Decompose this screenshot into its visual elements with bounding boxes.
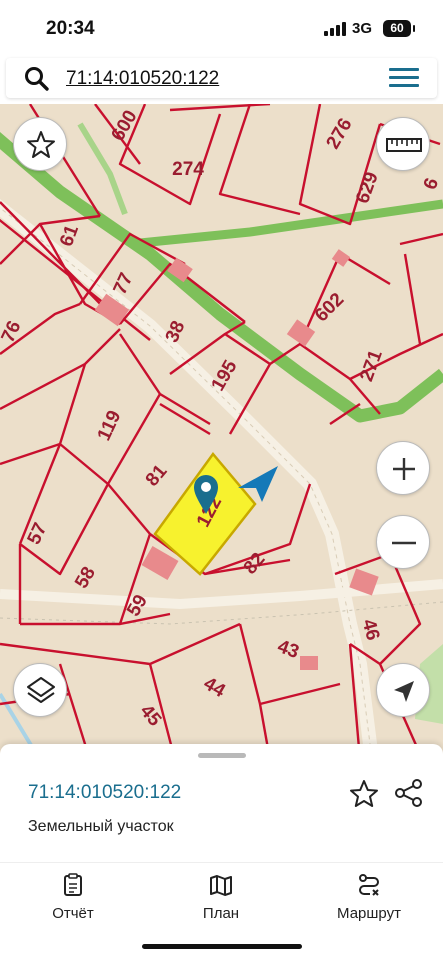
- cadastral-map[interactable]: 600 274 276 629 6 61 77 76 38 602 195 271 119 81 122 57…: [0, 104, 443, 760]
- parcel-number-label: 61: [56, 222, 83, 249]
- search-bar[interactable]: 71:14:010520:122: [6, 58, 437, 98]
- report-icon: [64, 873, 82, 896]
- layers-button[interactable]: [13, 663, 67, 717]
- tab-report[interactable]: Отчёт: [18, 873, 128, 925]
- home-indicator: [142, 944, 302, 949]
- hamburger-menu-icon[interactable]: [389, 68, 419, 88]
- tab-plan-label: План: [202, 905, 240, 922]
- star-icon[interactable]: [348, 778, 380, 810]
- parcel-number-label: 76: [0, 318, 26, 346]
- tab-report-label: Отчёт: [52, 905, 94, 922]
- tab-plan[interactable]: План: [166, 873, 276, 925]
- parcel-number-label: 600: [108, 107, 142, 145]
- ruler-icon: [386, 138, 422, 152]
- parcel-number-label: 274: [172, 159, 204, 180]
- favorite-button[interactable]: [13, 117, 67, 171]
- status-time: 20:34: [46, 18, 95, 39]
- land-type: Земельный участок: [28, 818, 174, 835]
- tab-route-label: Маршрут: [337, 905, 401, 922]
- share-icon[interactable]: [394, 778, 424, 808]
- parcel-number-label: 59: [123, 591, 152, 620]
- map-plan-icon: [210, 875, 232, 896]
- parcel-number-label: 271: [356, 347, 387, 384]
- status-bar: 20:34 3G 60: [0, 0, 443, 56]
- parcel-number-label: 43: [275, 636, 302, 663]
- layers-icon: [27, 677, 55, 703]
- parcel-number-label: 44: [200, 673, 229, 702]
- parcel-number-label: 81: [142, 461, 172, 491]
- search-icon[interactable]: [24, 66, 50, 92]
- minus-icon: [392, 541, 416, 545]
- parcel-number-label: 46: [358, 617, 384, 643]
- ruler-button[interactable]: [376, 117, 430, 171]
- sheet-grabber[interactable]: [198, 753, 246, 758]
- map-canvas[interactable]: 600274276629 6617776 38602195 2711198112257…: [0, 104, 443, 760]
- search-query[interactable]: 71:14:010520:122: [66, 68, 219, 90]
- navigation-arrow-icon: [394, 681, 414, 702]
- parcel-number-label: 6: [420, 175, 443, 192]
- parcel-number-label: 276: [323, 115, 357, 153]
- plus-icon: [393, 458, 415, 480]
- signal-icon: [324, 22, 346, 36]
- zoom-in-button[interactable]: [376, 441, 430, 495]
- zoom-out-button[interactable]: [376, 515, 430, 569]
- road-lower: [0, 579, 443, 610]
- battery-icon: 60: [383, 20, 415, 37]
- parcel-number-label: 58: [71, 563, 100, 592]
- star-icon: [27, 131, 55, 158]
- network-type: 3G: [352, 20, 373, 37]
- parcel-number-label: 602: [311, 289, 348, 326]
- my-location-button[interactable]: [376, 663, 430, 717]
- parcel-number-label: 629: [352, 169, 383, 206]
- route-icon: [359, 874, 379, 896]
- parcel-number-label: 119: [94, 407, 126, 444]
- tab-route[interactable]: Маршрут: [314, 873, 424, 925]
- cadastral-number: 71:14:010520:122: [28, 782, 182, 803]
